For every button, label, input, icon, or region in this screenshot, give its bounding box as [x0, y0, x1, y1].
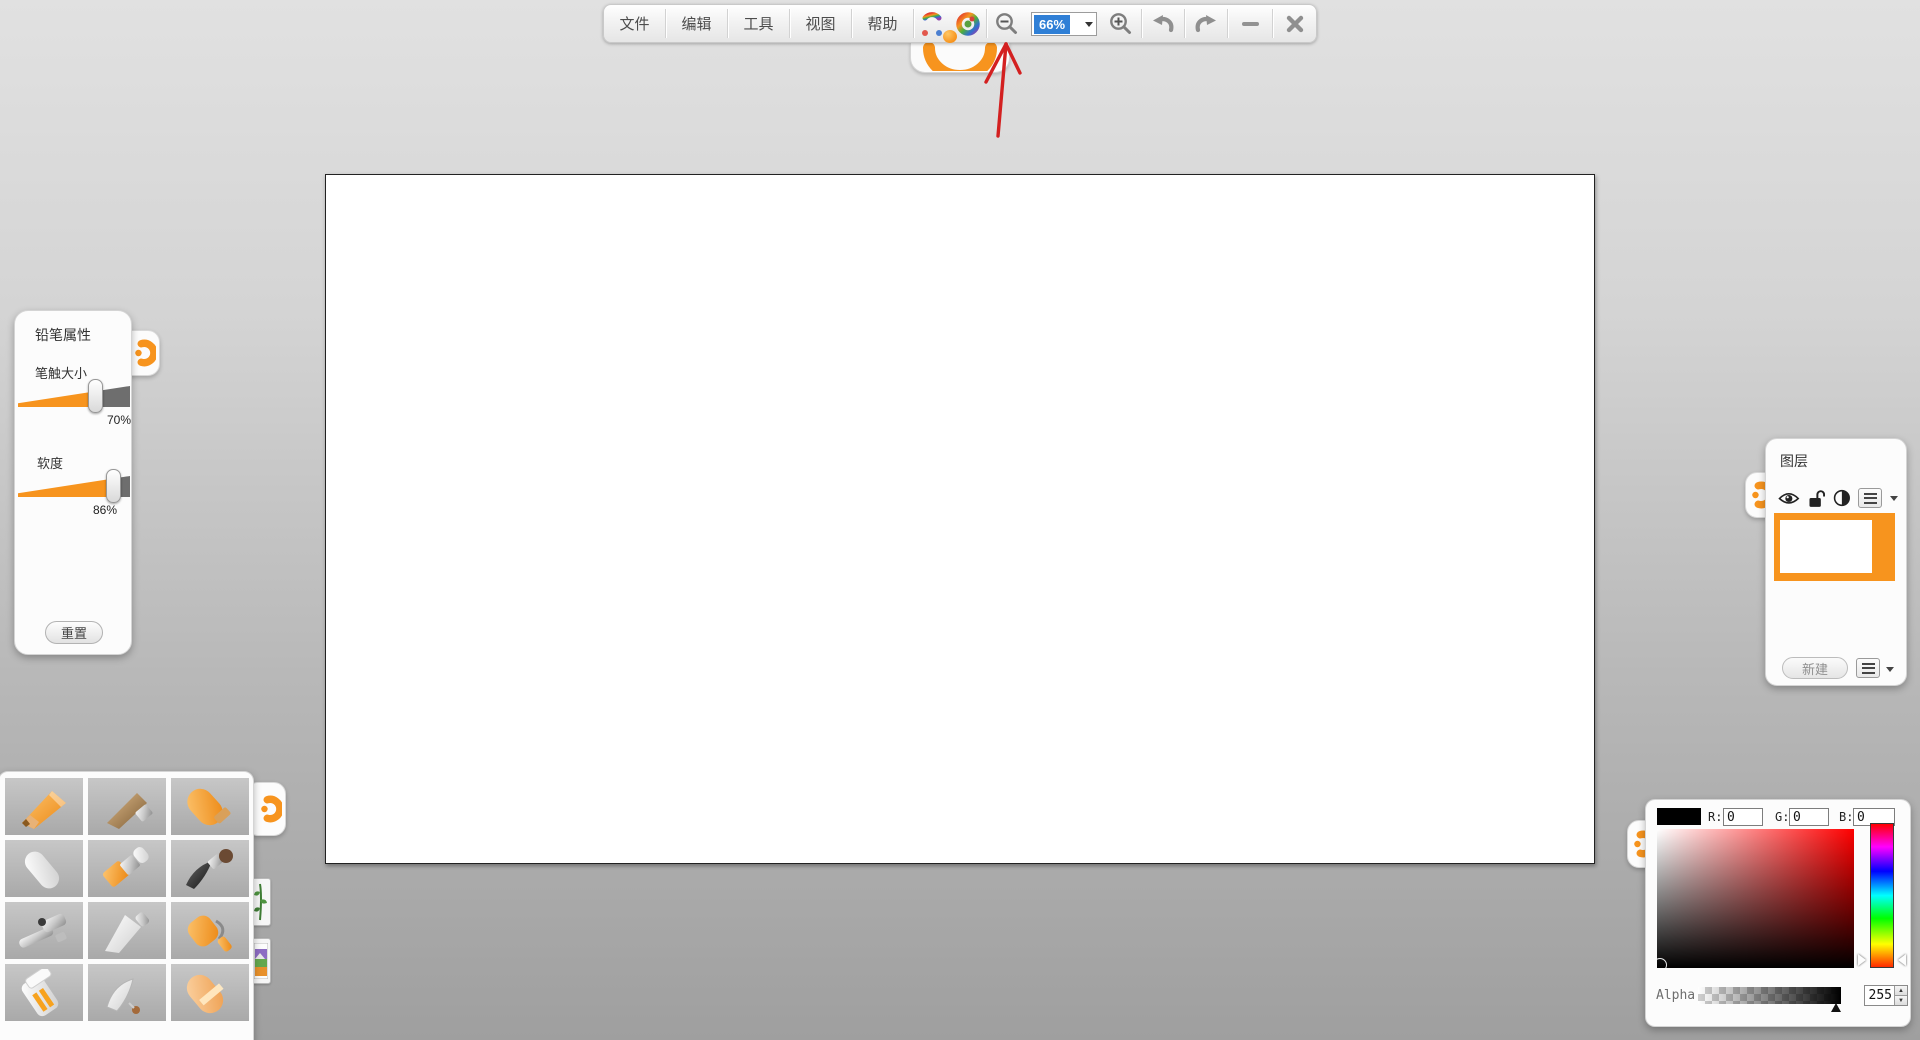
tool-paint-tube[interactable] — [5, 964, 83, 1021]
chalk-icon — [12, 845, 76, 893]
layers-panel-title: 图层 — [1780, 451, 1808, 471]
zoom-level-value: 66% — [1034, 15, 1070, 34]
tool-ink-brush[interactable] — [171, 840, 249, 897]
image-stamp-icon — [254, 943, 268, 979]
brush-size-value: 70% — [19, 413, 131, 427]
alpha-slider[interactable] — [1698, 987, 1841, 1004]
green-label: G: — [1775, 810, 1789, 824]
visibility-eye-icon[interactable] — [1778, 491, 1800, 506]
layer-preview — [1780, 520, 1872, 573]
pencil-panel-title: 铅笔属性 — [35, 325, 91, 345]
paint-tube-icon — [12, 969, 76, 1017]
layer-controls-row — [1778, 487, 1898, 509]
reset-button[interactable]: 重置 — [45, 621, 103, 644]
ink-brush-icon — [178, 845, 242, 893]
alpha-label: Alpha — [1656, 988, 1695, 1003]
brush-size-slider[interactable] — [18, 377, 130, 417]
layers-panel: 图层 新建 — [1765, 438, 1907, 686]
spin-up-icon[interactable]: ▲ — [1895, 986, 1907, 995]
brush-selection-panel — [0, 771, 254, 1040]
tool-crayon[interactable] — [171, 778, 249, 835]
undo-icon — [1149, 11, 1177, 37]
menu-file[interactable]: 文件 — [604, 5, 665, 42]
layer-thumbnail-selected[interactable] — [1774, 513, 1895, 581]
contrast-icon[interactable] — [1833, 489, 1851, 507]
layer-menu-button[interactable] — [1858, 488, 1882, 508]
palette-knife-icon — [95, 907, 159, 955]
tool-airbrush[interactable] — [5, 902, 83, 959]
airbrush-icon — [12, 907, 76, 955]
tool-flat-brush[interactable] — [88, 840, 166, 897]
hue-bar[interactable] — [1870, 823, 1894, 968]
redo-icon — [1192, 11, 1220, 37]
softness-value: 86% — [19, 503, 117, 517]
zoom-in-icon — [1108, 11, 1134, 37]
alpha-spin-buttons[interactable]: ▲ ▼ — [1894, 986, 1907, 1005]
app-background: 文件 编辑 工具 视图 帮助 — [0, 0, 1920, 1040]
app-logo-icon — [132, 338, 156, 368]
minimize-button[interactable] — [1228, 5, 1272, 42]
alpha-marker-icon[interactable] — [1831, 1003, 1841, 1012]
nose-dot-icon — [943, 30, 957, 43]
menu-tools[interactable]: 工具 — [728, 5, 789, 42]
hue-marker-right-icon[interactable] — [1898, 954, 1906, 966]
color-picker-panel: R: 0 G: 0 B: 0 Alpha 255 ▲ ▼ — [1645, 799, 1911, 1027]
layers-bottom-caret-icon[interactable] — [1886, 667, 1894, 672]
layer-menu-caret-icon[interactable] — [1890, 496, 1898, 501]
green-input[interactable]: 0 — [1789, 808, 1829, 826]
zoom-in-button[interactable] — [1101, 5, 1141, 42]
softness-handle[interactable] — [106, 469, 121, 503]
water-brush-icon — [95, 969, 159, 1017]
softness-slider[interactable] — [18, 467, 130, 507]
red-label: R: — [1708, 810, 1722, 824]
brush-grid — [5, 778, 249, 1021]
rainbow-mixer-icon — [919, 9, 945, 39]
zoom-dropdown-button[interactable] — [1082, 22, 1096, 27]
red-input[interactable]: 0 — [1723, 808, 1763, 826]
tool-pencil[interactable] — [5, 778, 83, 835]
brush-size-handle[interactable] — [88, 379, 103, 413]
tool-wood-brush[interactable] — [88, 778, 166, 835]
current-color-swatch — [1657, 808, 1701, 825]
pencil-properties-panel: 铅笔属性 笔触大小 70% 软度 86% 重置 — [14, 310, 132, 655]
layers-bottom-menu-button[interactable] — [1856, 658, 1880, 678]
undo-button[interactable] — [1142, 5, 1184, 42]
annotation-arrow — [970, 34, 1030, 142]
paint-roller-icon — [178, 907, 242, 955]
wood-brush-icon — [95, 783, 159, 831]
menu-view[interactable]: 视图 — [790, 5, 851, 42]
zoom-level-combobox[interactable]: 66% — [1031, 12, 1097, 36]
chevron-down-icon — [1085, 22, 1093, 27]
crayon-icon — [178, 783, 242, 831]
hue-marker-left-icon[interactable] — [1858, 954, 1866, 966]
eraser-icon — [178, 969, 242, 1017]
redo-button[interactable] — [1185, 5, 1227, 42]
alpha-spinner[interactable]: 255 ▲ ▼ — [1864, 985, 1908, 1006]
spin-down-icon[interactable]: ▼ — [1895, 995, 1907, 1005]
sv-selection-indicator — [1657, 958, 1667, 968]
main-toolbar: 文件 编辑 工具 视图 帮助 — [603, 4, 1317, 43]
flat-brush-icon — [95, 845, 159, 893]
close-button[interactable] — [1273, 5, 1316, 42]
close-icon — [1284, 13, 1306, 35]
new-layer-button[interactable]: 新建 — [1782, 657, 1848, 679]
blue-label: B: — [1839, 810, 1853, 824]
foliage-icon — [254, 882, 267, 922]
tool-paint-roller[interactable] — [171, 902, 249, 959]
tool-palette-knife[interactable] — [88, 902, 166, 959]
app-logo-icon — [258, 794, 282, 824]
brush-size-track[interactable] — [18, 386, 130, 407]
minimize-icon — [1242, 22, 1259, 26]
tool-water-brush[interactable] — [88, 964, 166, 1021]
menu-help[interactable]: 帮助 — [852, 5, 913, 42]
tool-eraser[interactable] — [171, 964, 249, 1021]
menu-edit[interactable]: 编辑 — [666, 5, 727, 42]
tool-chalk[interactable] — [5, 840, 83, 897]
zoom-out-icon — [994, 11, 1020, 37]
drawing-canvas[interactable] — [325, 174, 1595, 864]
unlock-icon[interactable] — [1808, 489, 1825, 508]
saturation-value-field[interactable] — [1657, 829, 1854, 968]
pencil-icon — [12, 783, 76, 831]
alpha-value: 255 — [1865, 986, 1894, 1005]
